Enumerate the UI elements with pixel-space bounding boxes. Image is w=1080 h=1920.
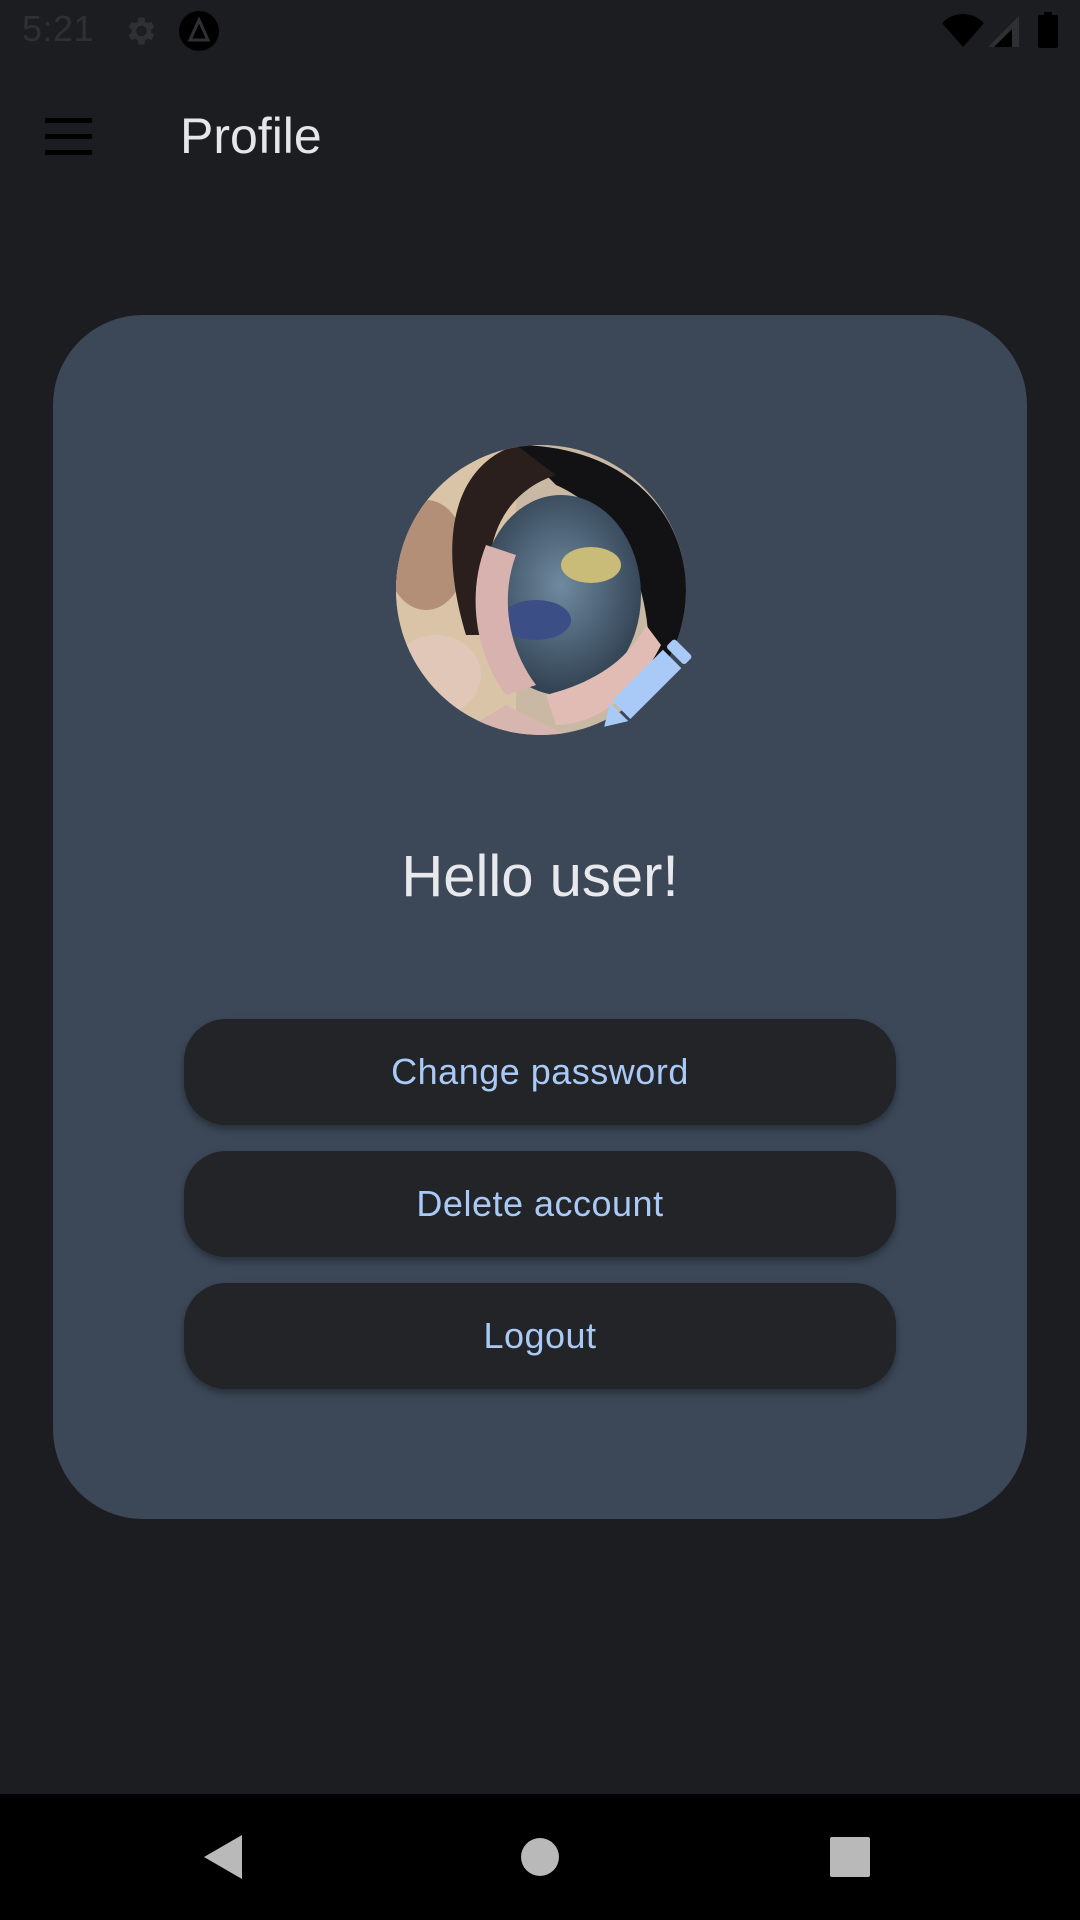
logout-button[interactable]: Logout	[184, 1283, 896, 1389]
settings-icon	[122, 12, 158, 55]
cellular-signal-icon	[988, 14, 1020, 53]
pencil-icon[interactable]	[586, 635, 696, 745]
home-icon[interactable]	[505, 1822, 575, 1892]
change-password-button[interactable]: Change password	[184, 1019, 896, 1125]
greeting-text: Hello user!	[401, 844, 679, 909]
page-title: Profile	[180, 108, 322, 164]
status-bar: 5:21	[0, 0, 1080, 62]
system-nav-bar	[0, 1794, 1080, 1920]
status-time: 5:21	[22, 8, 95, 49]
battery-icon	[1038, 12, 1058, 53]
wifi-icon	[942, 14, 984, 53]
avatar-container[interactable]	[396, 445, 696, 745]
back-icon[interactable]	[190, 1822, 260, 1892]
delete-account-button[interactable]: Delete account	[184, 1151, 896, 1257]
app-bar: Profile	[0, 62, 1080, 212]
hamburger-menu-icon[interactable]	[28, 100, 108, 180]
app-notification-icon	[178, 10, 220, 57]
profile-card: Hello user! Change password Delete accou…	[53, 315, 1027, 1519]
recents-icon[interactable]	[815, 1822, 885, 1892]
